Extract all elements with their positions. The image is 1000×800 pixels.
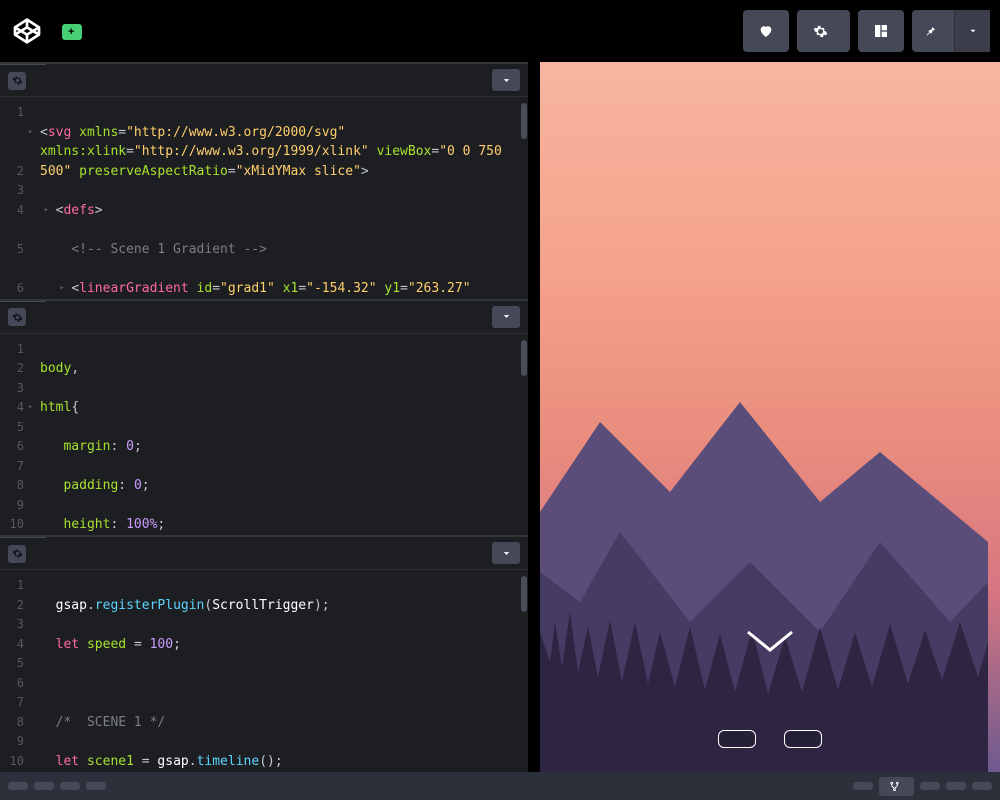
layout-icon	[873, 23, 889, 39]
html-pane-header	[0, 64, 528, 97]
fork-button[interactable]	[879, 777, 914, 796]
css-pane-menu[interactable]	[492, 306, 520, 328]
scroll-down-arrow-icon	[742, 624, 798, 660]
js-pane-header	[0, 537, 528, 570]
pin-dropdown[interactable]	[954, 10, 990, 52]
my-works-button[interactable]	[718, 730, 756, 748]
html-editor-pane: 123456 ▸<svg xmlns="http://www.w3.org/20…	[0, 62, 528, 299]
js-tab[interactable]	[0, 537, 46, 569]
js-code[interactable]: gsap.registerPlugin(ScrollTrigger); let …	[0, 570, 528, 772]
codepen-logo[interactable]	[10, 14, 44, 48]
html-settings-icon[interactable]	[8, 72, 26, 90]
css-gutter: 12345678910	[0, 334, 30, 535]
fork-icon	[889, 781, 900, 792]
html-pane-menu[interactable]	[492, 69, 520, 91]
js-editor-pane: 12345678910 gsap.registerPlugin(ScrollTr…	[0, 535, 528, 772]
gear-icon	[12, 312, 23, 323]
heart-icon	[758, 23, 774, 39]
add-to-collection-button[interactable]	[853, 782, 873, 790]
css-tab[interactable]	[0, 301, 46, 333]
gear-icon	[813, 24, 828, 39]
html-code-area[interactable]: 123456 ▸<svg xmlns="http://www.w3.org/20…	[0, 97, 528, 299]
workspace: 123456 ▸<svg xmlns="http://www.w3.org/20…	[0, 62, 1000, 772]
css-code[interactable]: body, ▸html{ margin: 0; padding: 0; heig…	[0, 334, 528, 536]
like-button[interactable]	[743, 10, 789, 52]
share-button[interactable]	[972, 782, 992, 790]
html-gutter: 123456	[0, 97, 30, 298]
title-block: +	[54, 22, 743, 40]
header-actions	[743, 10, 990, 52]
chevron-down-icon	[501, 548, 512, 559]
footer-bar	[0, 772, 1000, 800]
console-button[interactable]	[8, 782, 28, 790]
css-code-area[interactable]: 12345678910 body, ▸html{ margin: 0; padd…	[0, 334, 528, 536]
comments-button[interactable]	[60, 782, 80, 790]
js-settings-icon[interactable]	[8, 545, 26, 563]
scrollbar-thumb[interactable]	[521, 340, 527, 376]
gear-icon	[12, 75, 23, 86]
editors-column: 123456 ▸<svg xmlns="http://www.w3.org/20…	[0, 62, 540, 772]
follow-button[interactable]: +	[62, 24, 82, 40]
shortcuts-button[interactable]	[86, 782, 106, 790]
html-tab[interactable]	[0, 64, 46, 96]
app-header: +	[0, 0, 1000, 62]
embed-button[interactable]	[920, 782, 940, 790]
preview-buttons	[540, 730, 1000, 748]
html-code[interactable]: ▸<svg xmlns="http://www.w3.org/2000/svg"…	[0, 97, 528, 299]
gear-icon	[12, 548, 23, 559]
pin-icon	[923, 24, 937, 38]
settings-button[interactable]	[797, 10, 850, 52]
layout-button[interactable]	[858, 10, 904, 52]
chevron-down-icon	[501, 75, 512, 86]
css-editor-pane: 12345678910 body, ▸html{ margin: 0; padd…	[0, 299, 528, 536]
scrollbar-thumb[interactable]	[521, 103, 527, 139]
js-code-area[interactable]: 12345678910 gsap.registerPlugin(ScrollTr…	[0, 570, 528, 772]
assets-button[interactable]	[34, 782, 54, 790]
js-pane-menu[interactable]	[492, 542, 520, 564]
chevron-down-icon	[968, 26, 978, 36]
js-gutter: 12345678910	[0, 570, 30, 771]
css-pane-header	[0, 301, 528, 334]
export-button[interactable]	[946, 782, 966, 790]
css-settings-icon[interactable]	[8, 308, 26, 326]
pin-button-group[interactable]	[912, 10, 990, 52]
preview-pane[interactable]	[540, 62, 1000, 772]
scrollbar-thumb[interactable]	[521, 576, 527, 612]
go-fullscreen-button[interactable]	[784, 730, 822, 748]
pin-button[interactable]	[912, 10, 948, 52]
chevron-down-icon	[501, 311, 512, 322]
